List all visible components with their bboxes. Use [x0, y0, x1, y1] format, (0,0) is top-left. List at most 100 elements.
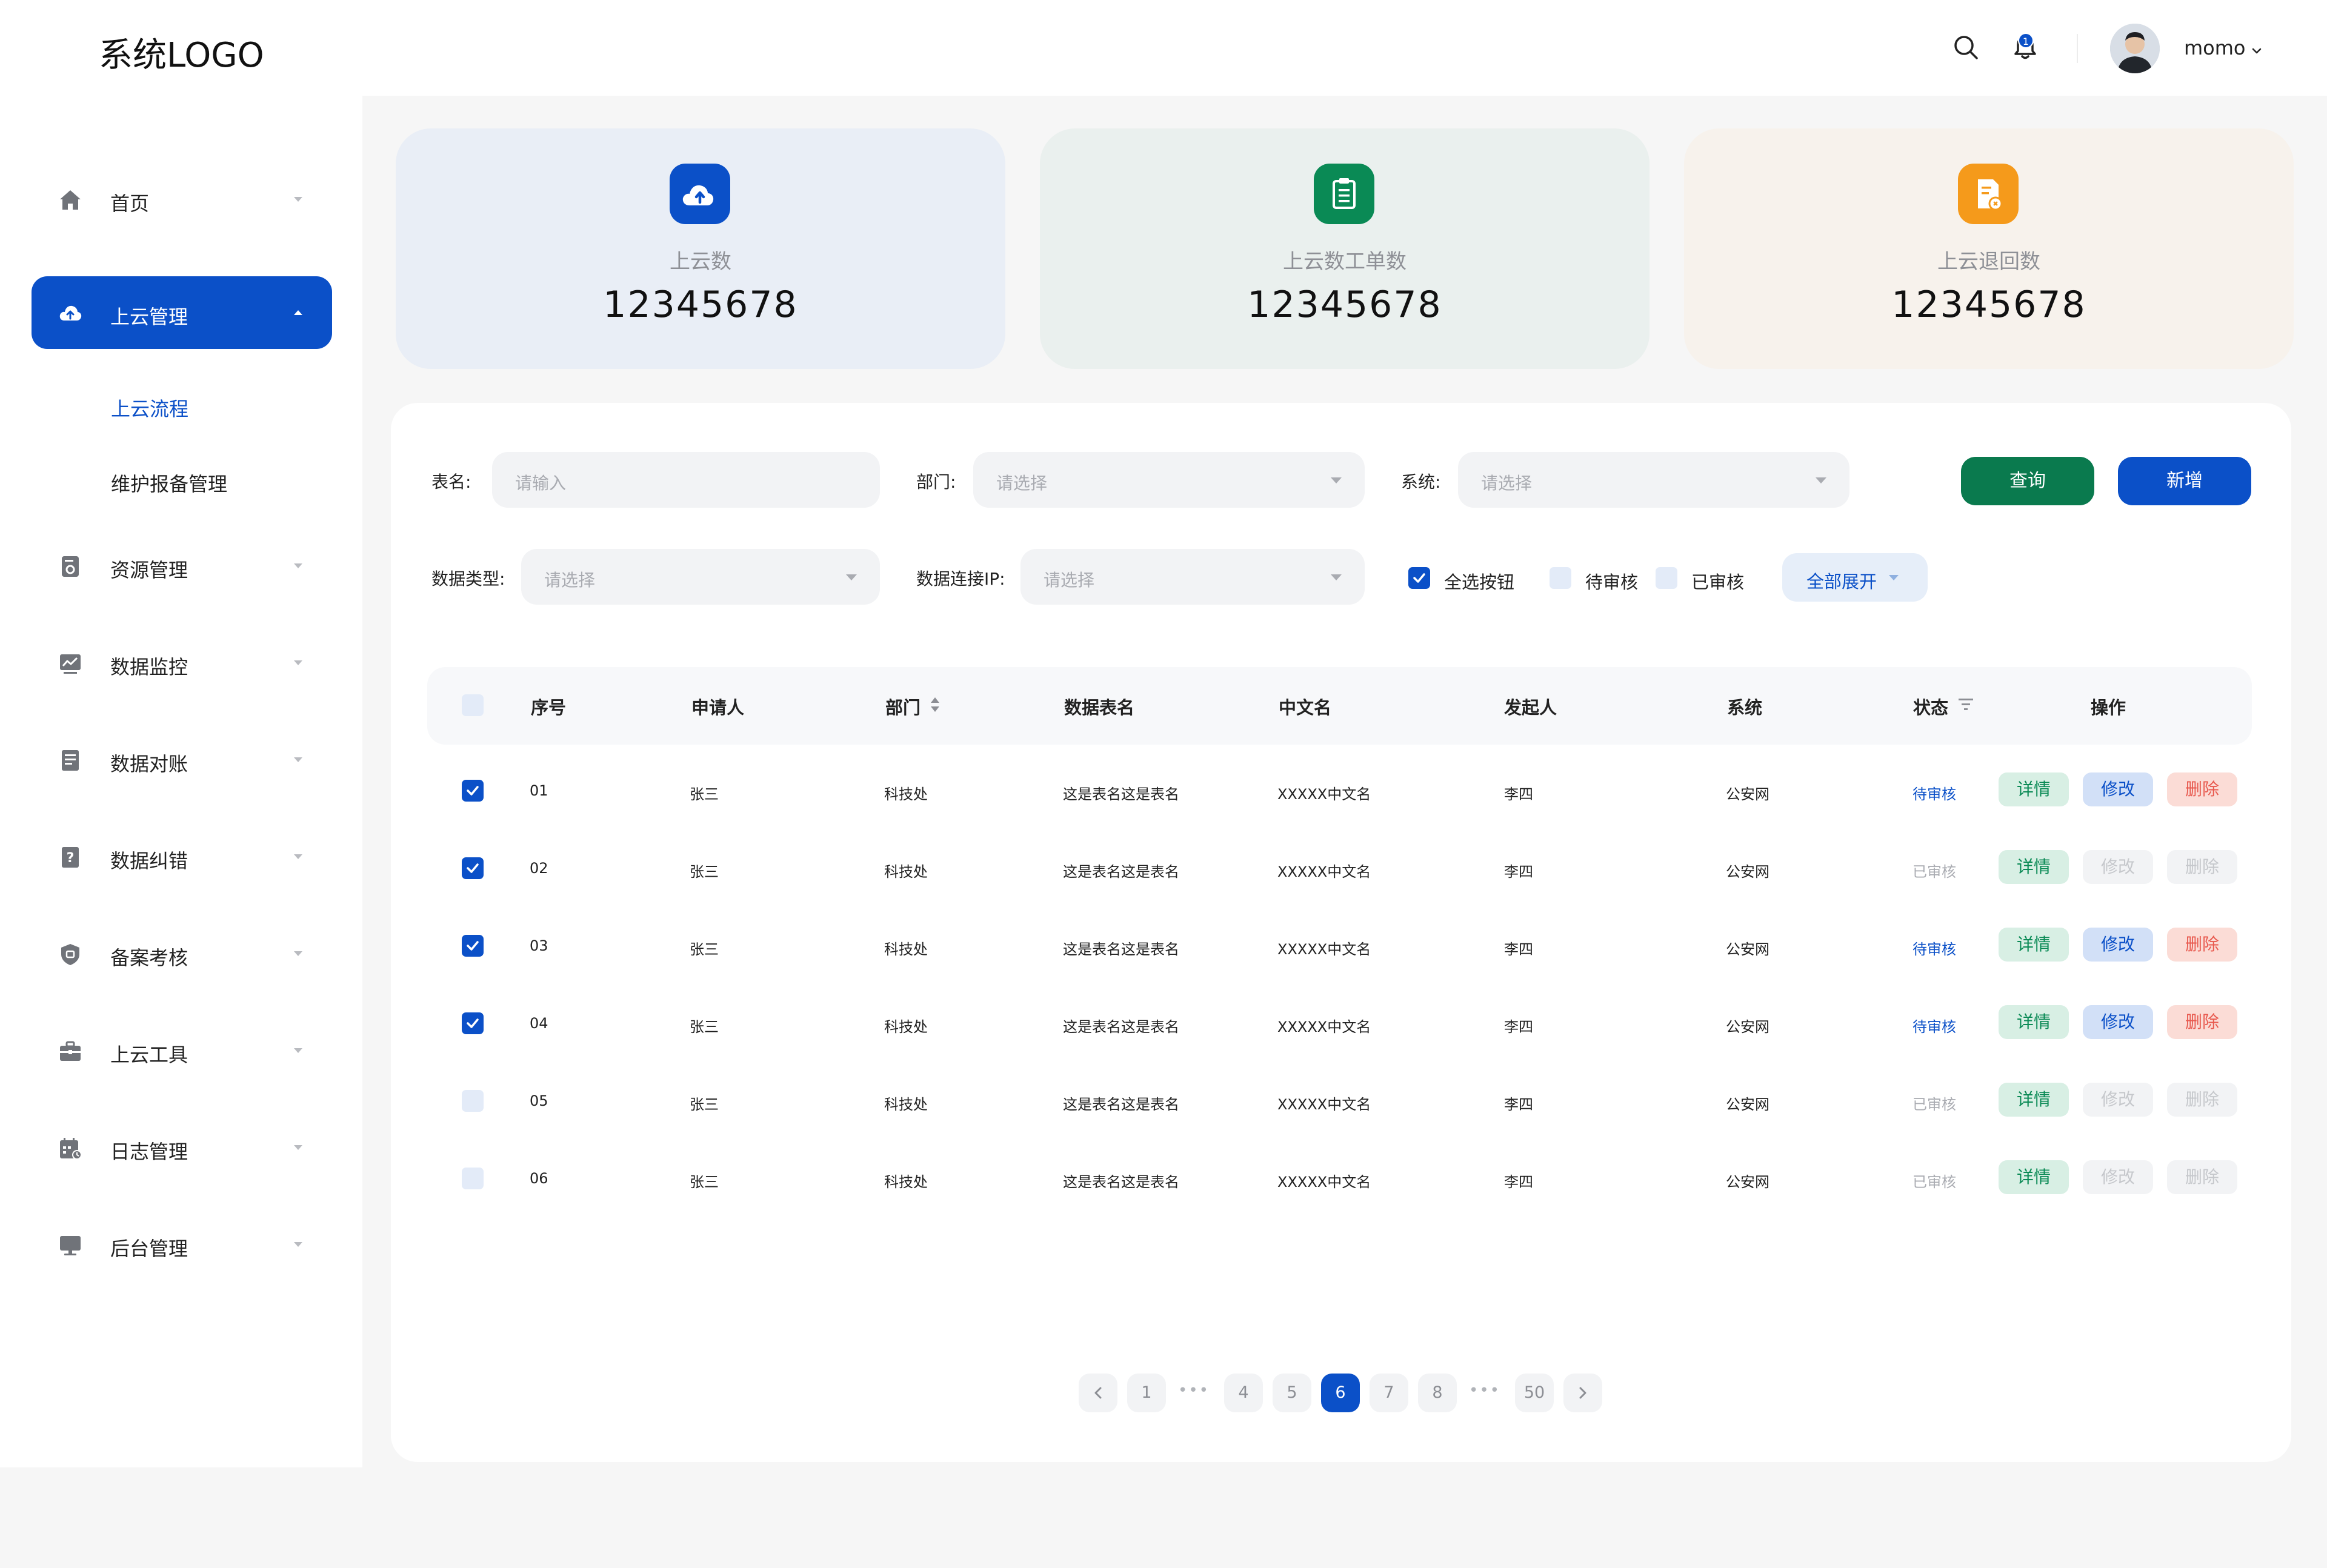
- approved-filter-checkbox[interactable]: [1656, 567, 1677, 589]
- edit-button[interactable]: 修改: [2083, 772, 2153, 806]
- select-all-checkbox[interactable]: [1408, 567, 1430, 589]
- edit-button[interactable]: 修改: [2083, 928, 2153, 962]
- sidebar-item-cloud-tools[interactable]: 上云工具: [32, 1014, 332, 1087]
- filter-icon[interactable]: [1957, 697, 1974, 711]
- pending-filter-label: 待审核: [1585, 572, 1639, 593]
- row-table-name: 这是表名这是表名: [1063, 1174, 1179, 1191]
- data-type-select[interactable]: 请选择: [521, 549, 880, 605]
- sidebar-item-data-monitor[interactable]: 数据监控: [32, 626, 332, 699]
- row-table-name: 这是表名这是表名: [1063, 786, 1179, 803]
- document-return-icon: [1958, 164, 2019, 224]
- row-checkbox[interactable]: [462, 857, 484, 879]
- row-checkbox[interactable]: [462, 1090, 484, 1112]
- notification-badge: 1: [2018, 33, 2034, 48]
- row-checkbox[interactable]: [462, 935, 484, 957]
- delete-button[interactable]: 删除: [2167, 1083, 2237, 1117]
- pending-filter-checkbox[interactable]: [1550, 567, 1571, 589]
- row-system: 公安网: [1726, 863, 1769, 880]
- stat-label: 上云数工单数: [1283, 250, 1407, 274]
- help-document-icon: ?: [62, 847, 79, 868]
- select-placeholder: 请选择: [1044, 570, 1095, 590]
- prev-page-button[interactable]: [1079, 1374, 1117, 1412]
- chevron-down-icon[interactable]: [2251, 45, 2263, 57]
- caret-down-icon: [294, 1048, 302, 1053]
- row-applicant: 张三: [690, 941, 719, 958]
- status-badge: 已审核: [1913, 863, 1956, 880]
- query-button[interactable]: 查询: [1961, 457, 2094, 505]
- table-name-input[interactable]: 请输入: [492, 452, 880, 508]
- expand-all-button[interactable]: 全部展开: [1782, 553, 1928, 602]
- header-select-checkbox[interactable]: [462, 694, 484, 716]
- system-select[interactable]: 请选择: [1458, 452, 1849, 508]
- detail-button[interactable]: 详情: [1999, 1005, 2069, 1039]
- sidebar-item-label: 后台管理: [110, 1237, 188, 1260]
- edit-button[interactable]: 修改: [2083, 850, 2153, 884]
- row-department: 科技处: [884, 1174, 928, 1191]
- caret-down-icon: [294, 1242, 302, 1247]
- chevron-left-icon: [1094, 1387, 1102, 1399]
- stat-value: 12345678: [1247, 284, 1442, 326]
- top-bar: 系统LOGO 1 momo: [0, 0, 2327, 96]
- pagination-ellipsis[interactable]: •••: [1178, 1381, 1210, 1400]
- home-icon: [60, 190, 81, 210]
- sidebar-item-data-correct[interactable]: ? 数据纠错: [32, 820, 332, 893]
- page-button-current[interactable]: 6: [1321, 1374, 1360, 1412]
- sort-icon[interactable]: [929, 695, 941, 714]
- page-button[interactable]: 50: [1515, 1374, 1554, 1412]
- status-badge: 已审核: [1913, 1096, 1956, 1113]
- row-checkbox[interactable]: [462, 1168, 484, 1189]
- row-checkbox[interactable]: [462, 1012, 484, 1034]
- add-button[interactable]: 新增: [2118, 457, 2251, 505]
- avatar[interactable]: [2110, 24, 2160, 73]
- page-button[interactable]: 5: [1273, 1374, 1311, 1412]
- detail-button[interactable]: 详情: [1999, 928, 2069, 962]
- delete-button[interactable]: 删除: [2167, 1160, 2237, 1194]
- pagination-ellipsis[interactable]: •••: [1469, 1381, 1500, 1400]
- row-department: 科技处: [884, 863, 928, 880]
- delete-button[interactable]: 删除: [2167, 850, 2237, 884]
- row-initiator: 李四: [1504, 1018, 1533, 1035]
- next-page-button[interactable]: [1563, 1374, 1602, 1412]
- check-icon: [467, 941, 479, 951]
- sidebar-item-data-reconcile[interactable]: 数据对账: [32, 723, 332, 796]
- row-chinese-name: XXXXX中文名: [1277, 1096, 1371, 1113]
- sidebar-item-home[interactable]: 首页: [32, 163, 332, 236]
- row-checkbox[interactable]: [462, 780, 484, 802]
- data-ip-select[interactable]: 请选择: [1020, 549, 1365, 605]
- cloud-upload-icon: [670, 164, 730, 224]
- delete-button[interactable]: 删除: [2167, 772, 2237, 806]
- username[interactable]: momo: [2184, 36, 2246, 59]
- row-initiator: 李四: [1504, 941, 1533, 958]
- detail-button[interactable]: 详情: [1999, 1083, 2069, 1117]
- delete-button[interactable]: 删除: [2167, 928, 2237, 962]
- department-select[interactable]: 请选择: [973, 452, 1365, 508]
- edit-button[interactable]: 修改: [2083, 1160, 2153, 1194]
- row-department: 科技处: [884, 786, 928, 803]
- detail-button[interactable]: 详情: [1999, 850, 2069, 884]
- row-table-name: 这是表名这是表名: [1063, 1018, 1179, 1035]
- page-button[interactable]: 8: [1418, 1374, 1457, 1412]
- sidebar-item-cloud-management[interactable]: 上云管理: [32, 276, 332, 349]
- sidebar-item-resource[interactable]: 资源管理: [32, 530, 332, 602]
- detail-button[interactable]: 详情: [1999, 1160, 2069, 1194]
- sidebar-item-log-management[interactable]: 日志管理: [32, 1111, 332, 1184]
- edit-button[interactable]: 修改: [2083, 1005, 2153, 1039]
- search-icon[interactable]: [1952, 34, 1979, 61]
- page-button[interactable]: 1: [1127, 1374, 1166, 1412]
- status-badge: 待审核: [1913, 786, 1956, 803]
- sidebar-subitem-maintenance[interactable]: 维护报备管理: [111, 469, 227, 497]
- sidebar-item-backend-management[interactable]: 后台管理: [32, 1208, 332, 1281]
- shield-icon: [61, 944, 79, 965]
- system-logo[interactable]: 系统LOGO: [99, 28, 264, 77]
- delete-button[interactable]: 删除: [2167, 1005, 2237, 1039]
- detail-button[interactable]: 详情: [1999, 772, 2069, 806]
- page-button[interactable]: 7: [1370, 1374, 1408, 1412]
- edit-button[interactable]: 修改: [2083, 1083, 2153, 1117]
- page-button[interactable]: 4: [1224, 1374, 1263, 1412]
- resource-icon: [62, 556, 79, 577]
- sidebar-subitem-cloud-process[interactable]: 上云流程: [111, 394, 188, 422]
- sidebar-item-filing-assessment[interactable]: 备案考核: [32, 917, 332, 990]
- column-header-department[interactable]: 部门: [885, 694, 920, 719]
- input-placeholder: 请输入: [515, 473, 567, 493]
- column-header-status: 状态: [1913, 697, 1949, 718]
